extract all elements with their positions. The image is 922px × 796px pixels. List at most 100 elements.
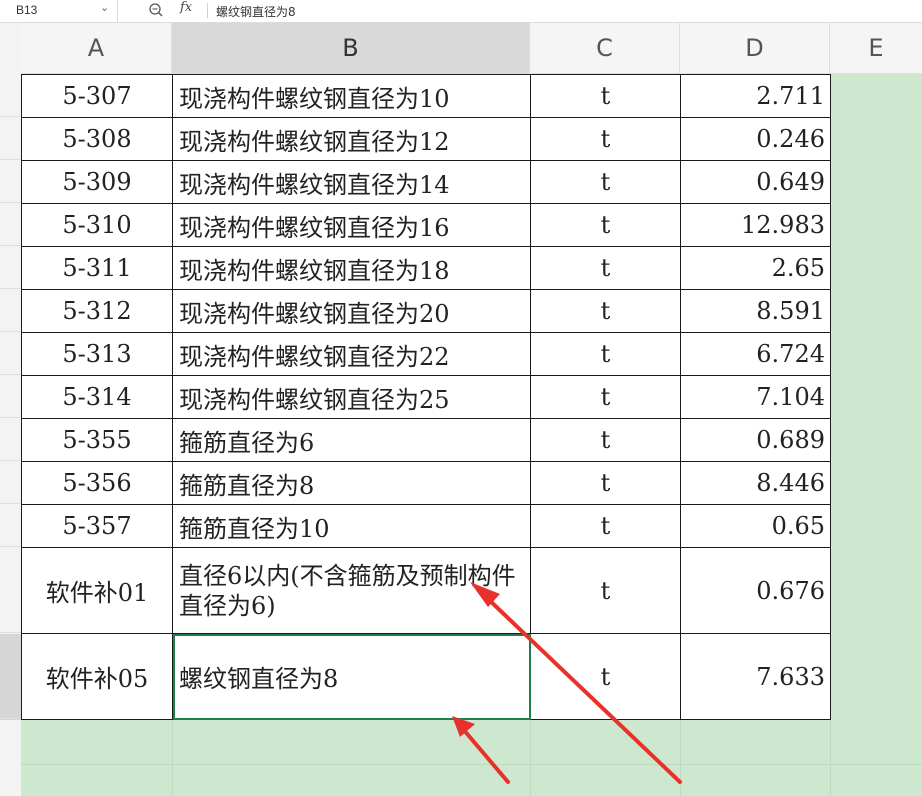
- grid-line: [680, 720, 681, 796]
- cell-code[interactable]: 5-314: [21, 375, 173, 419]
- cell-description[interactable]: 现浇构件螺纹钢直径为14: [172, 160, 531, 204]
- cell-description[interactable]: 现浇构件螺纹钢直径为22: [172, 332, 531, 376]
- table-row: 5-311 现浇构件螺纹钢直径为18 t 2.65: [21, 246, 831, 290]
- cell-code[interactable]: 5-357: [21, 504, 173, 548]
- zoom-icon[interactable]: [148, 1, 164, 19]
- column-header-b[interactable]: B: [172, 23, 530, 73]
- cell-quantity[interactable]: 0.65: [680, 504, 831, 548]
- column-header-c[interactable]: C: [530, 23, 680, 73]
- cell-quantity[interactable]: 12.983: [680, 203, 831, 247]
- table-row: 5-309 现浇构件螺纹钢直径为14 t 0.649: [21, 160, 831, 204]
- formula-separator: [207, 3, 208, 18]
- cell-description[interactable]: 现浇构件螺纹钢直径为16: [172, 203, 531, 247]
- name-box[interactable]: B13 ⌄: [0, 0, 118, 22]
- table-row: 5-357 箍筋直径为10 t 0.65: [21, 504, 831, 548]
- cell-quantity[interactable]: 2.65: [680, 246, 831, 290]
- cell-quantity[interactable]: 0.649: [680, 160, 831, 204]
- row-header-divider: [0, 245, 21, 246]
- cell-quantity[interactable]: 8.446: [680, 461, 831, 505]
- cell-unit[interactable]: t: [530, 246, 681, 290]
- formula-input[interactable]: 螺纹钢直径为8: [216, 3, 296, 20]
- cell-description[interactable]: 现浇构件螺纹钢直径为12: [172, 117, 531, 161]
- cell-unit[interactable]: t: [530, 504, 681, 548]
- grid-line: [830, 720, 831, 796]
- cell-unit[interactable]: t: [530, 332, 681, 376]
- table-row: 软件补01 直径6以内(不含箍筋及预制构件直径为6) t 0.676: [21, 547, 831, 634]
- cell-description[interactable]: 箍筋直径为6: [172, 418, 531, 462]
- table-row: 5-356 箍筋直径为8 t 8.446: [21, 461, 831, 505]
- table-row: 5-310 现浇构件螺纹钢直径为16 t 12.983: [21, 203, 831, 247]
- cell-quantity[interactable]: 7.104: [680, 375, 831, 419]
- row-header-divider: [0, 417, 21, 418]
- filled-empty-rows[interactable]: [21, 720, 922, 796]
- cell-description[interactable]: 直径6以内(不含箍筋及预制构件直径为6): [172, 547, 531, 634]
- cell-quantity[interactable]: 7.633: [680, 633, 831, 720]
- row-header-divider: [0, 503, 21, 504]
- cell-unit[interactable]: t: [530, 633, 681, 720]
- grid-line: [172, 720, 173, 796]
- cell-code[interactable]: 5-310: [21, 203, 173, 247]
- column-header-row: A B C D E: [21, 23, 922, 74]
- table-row: 5-314 现浇构件螺纹钢直径为25 t 7.104: [21, 375, 831, 419]
- cell-quantity[interactable]: 0.689: [680, 418, 831, 462]
- row-header-divider: [0, 546, 21, 547]
- row-header-divider: [0, 116, 21, 117]
- column-header-d[interactable]: D: [680, 23, 830, 73]
- row-header-divider: [0, 460, 21, 461]
- cell-code[interactable]: 软件补05: [21, 633, 173, 720]
- cell-code[interactable]: 5-309: [21, 160, 173, 204]
- cell-unit[interactable]: t: [530, 74, 681, 118]
- cell-quantity[interactable]: 8.591: [680, 289, 831, 333]
- cell-unit[interactable]: t: [530, 418, 681, 462]
- filled-column-e[interactable]: [830, 74, 922, 796]
- row-header-divider: [0, 288, 21, 289]
- cell-unit[interactable]: t: [530, 203, 681, 247]
- cell-code[interactable]: 软件补01: [21, 547, 173, 634]
- cell-code[interactable]: 5-312: [21, 289, 173, 333]
- table-row: 软件补05 螺纹钢直径为8 t 7.633: [21, 633, 831, 720]
- cell-description[interactable]: 箍筋直径为10: [172, 504, 531, 548]
- table-row: 5-313 现浇构件螺纹钢直径为22 t 6.724: [21, 332, 831, 376]
- cell-reference: B13: [16, 3, 38, 17]
- cell-code[interactable]: 5-308: [21, 117, 173, 161]
- chevron-down-icon[interactable]: ⌄: [100, 1, 109, 14]
- cell-unit[interactable]: t: [530, 547, 681, 634]
- grid-line: [21, 764, 922, 765]
- cell-code[interactable]: 5-355: [21, 418, 173, 462]
- table-row: 5-307 现浇构件螺纹钢直径为10 t 2.711: [21, 74, 831, 118]
- cell-description[interactable]: 箍筋直径为8: [172, 461, 531, 505]
- row-header-divider: [0, 632, 21, 633]
- table-row: 5-355 箍筋直径为6 t 0.689: [21, 418, 831, 462]
- cell-quantity[interactable]: 0.246: [680, 117, 831, 161]
- cell-description[interactable]: 螺纹钢直径为8: [172, 633, 531, 720]
- cell-quantity[interactable]: 2.711: [680, 74, 831, 118]
- cell-code[interactable]: 5-356: [21, 461, 173, 505]
- fx-icon[interactable]: fx: [180, 0, 192, 15]
- cell-code[interactable]: 5-311: [21, 246, 173, 290]
- row-header-divider: [0, 374, 21, 375]
- spreadsheet-grid: A B C D E 5-307 现浇构件螺纹钢直径为10 t 2.711 5-308 现浇…: [0, 23, 922, 796]
- cell-unit[interactable]: t: [530, 117, 681, 161]
- cell-description[interactable]: 现浇构件螺纹钢直径为18: [172, 246, 531, 290]
- cell-code[interactable]: 5-313: [21, 332, 173, 376]
- formula-bar: B13 ⌄ fx 螺纹钢直径为8: [0, 0, 922, 23]
- cell-quantity[interactable]: 0.676: [680, 547, 831, 634]
- cell-unit[interactable]: t: [530, 160, 681, 204]
- grid-line: [530, 720, 531, 796]
- cell-quantity[interactable]: 6.724: [680, 332, 831, 376]
- cell-unit[interactable]: t: [530, 289, 681, 333]
- row-header-divider: [0, 159, 21, 160]
- cell-description[interactable]: 现浇构件螺纹钢直径为10: [172, 74, 531, 118]
- row-header-divider: [0, 718, 21, 719]
- cell-unit[interactable]: t: [530, 375, 681, 419]
- cell-code[interactable]: 5-307: [21, 74, 173, 118]
- row-header-selected[interactable]: [0, 634, 21, 720]
- cell-unit[interactable]: t: [530, 461, 681, 505]
- table-row: 5-308 现浇构件螺纹钢直径为12 t 0.246: [21, 117, 831, 161]
- cell-description[interactable]: 现浇构件螺纹钢直径为25: [172, 375, 531, 419]
- cell-description[interactable]: 现浇构件螺纹钢直径为20: [172, 289, 531, 333]
- column-header-e[interactable]: E: [830, 23, 922, 73]
- table-row: 5-312 现浇构件螺纹钢直径为20 t 8.591: [21, 289, 831, 333]
- column-header-a[interactable]: A: [21, 23, 172, 73]
- row-header-divider: [0, 202, 21, 203]
